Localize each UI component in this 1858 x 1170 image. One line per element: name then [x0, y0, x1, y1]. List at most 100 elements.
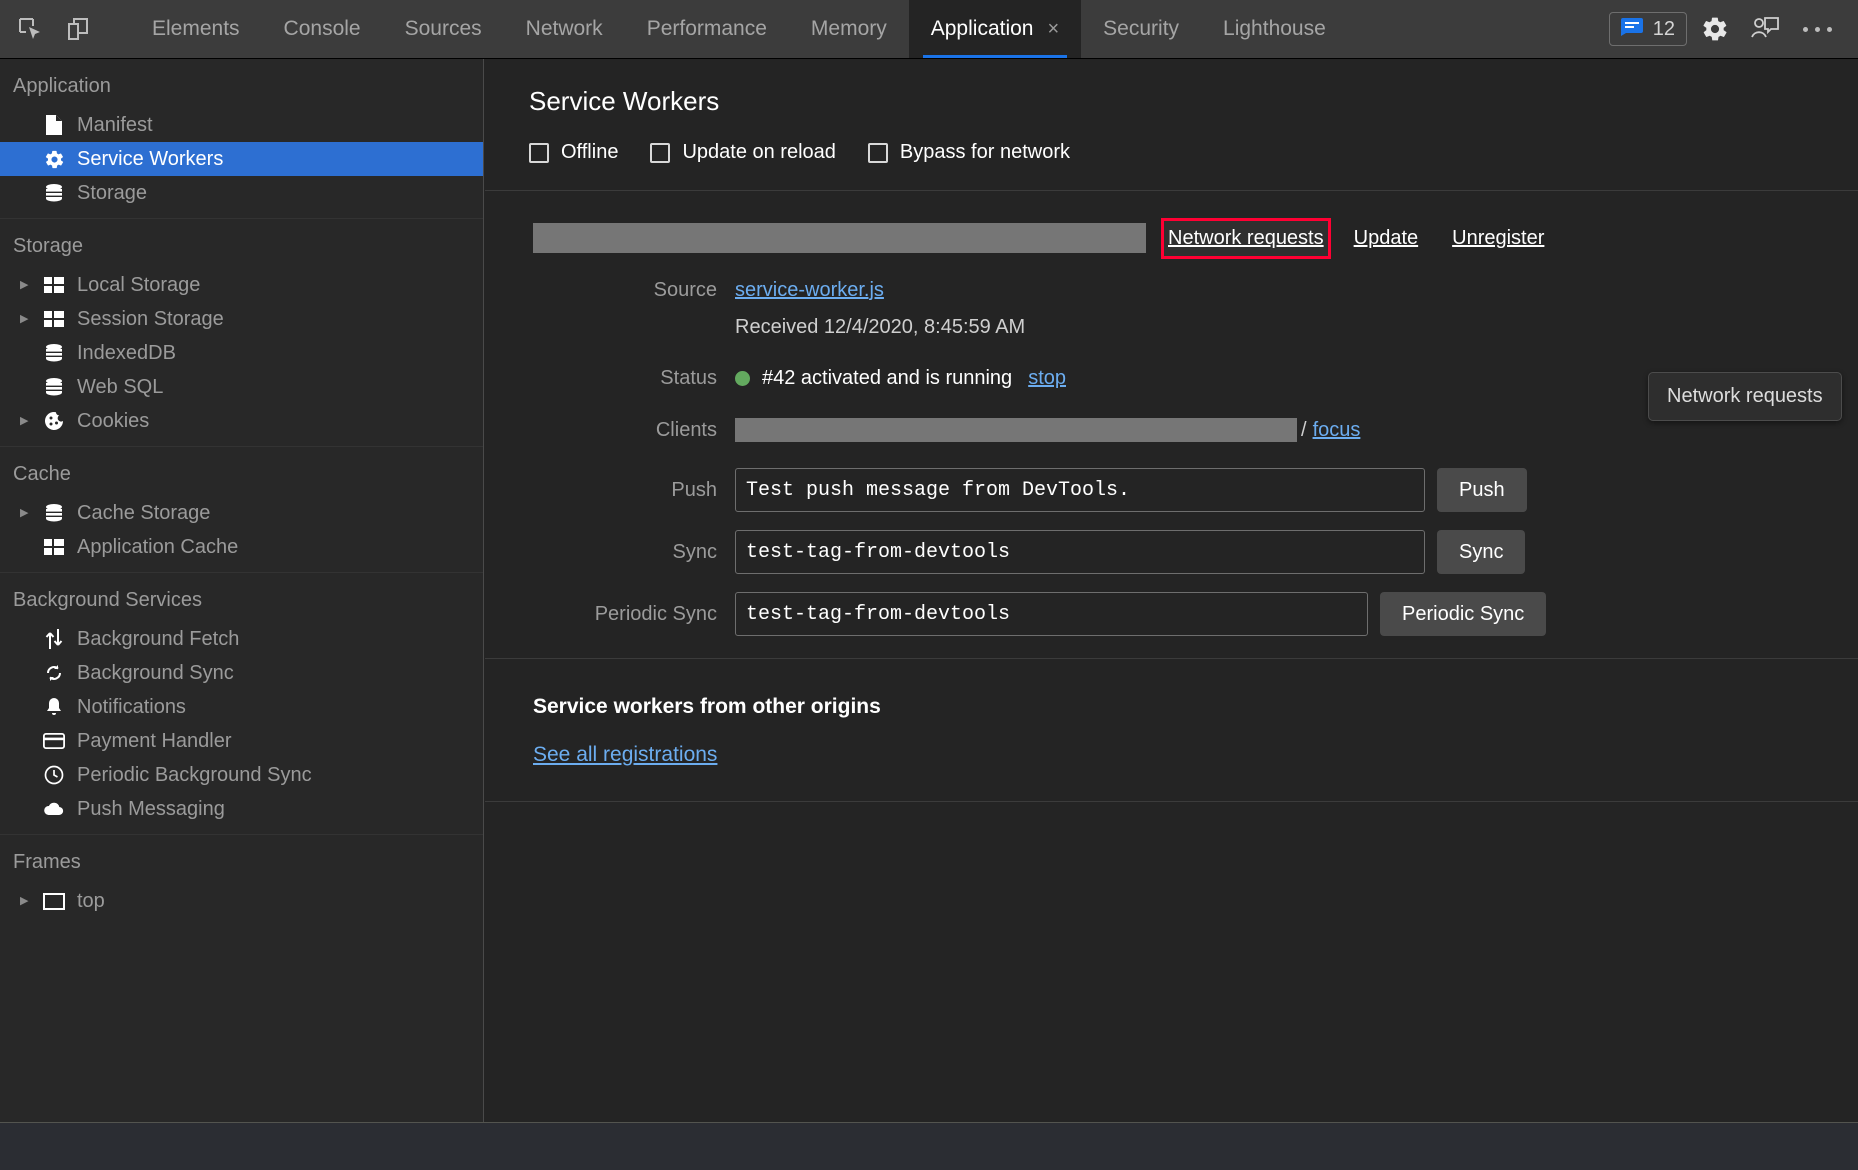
database-icon — [40, 183, 68, 203]
chevron-right-icon[interactable]: ▶ — [20, 507, 40, 519]
panel-tabs: Elements Console Sources Network Perform… — [130, 0, 1348, 58]
push-button[interactable]: Push — [1437, 468, 1527, 512]
sidebar-group-cache: Cache ▶ Cache Storage ▶ Appli — [0, 446, 483, 572]
sidebar-item-web-sql[interactable]: ▶ Web SQL — [0, 370, 483, 404]
sidebar-item-session-storage[interactable]: ▶ Session Storage — [0, 302, 483, 336]
periodic-sync-button[interactable]: Periodic Sync — [1380, 592, 1547, 636]
close-icon[interactable]: × — [1047, 19, 1059, 39]
periodic-sync-input[interactable] — [735, 592, 1368, 636]
sidebar-item-indexeddb[interactable]: ▶ IndexedDB — [0, 336, 483, 370]
sidebar-item-label: Background Sync — [77, 662, 234, 684]
update-on-reload-checkbox[interactable]: Update on reload — [650, 141, 836, 164]
clients-separator: / — [1301, 418, 1307, 441]
sidebar-item-cache-storage[interactable]: ▶ Cache Storage — [0, 496, 483, 530]
tab-label: Console — [283, 17, 361, 40]
bypass-for-network-label: Bypass for network — [899, 141, 1070, 163]
sidebar-item-storage[interactable]: ▶ Storage — [0, 176, 483, 210]
sidebar-item-periodic-background-sync[interactable]: ▶ Periodic Background Sync — [0, 758, 483, 792]
sidebar-item-label: Payment Handler — [77, 730, 232, 752]
periodic-sync-row: Periodic Sync Periodic Sync — [485, 592, 1858, 636]
sidebar-item-payment-handler[interactable]: ▶ Payment Handler — [0, 724, 483, 758]
feedback-person-icon[interactable] — [1743, 9, 1787, 49]
tab-elements[interactable]: Elements — [130, 0, 262, 58]
sidebar-item-service-workers[interactable]: ▶ Service Workers — [0, 142, 483, 176]
tab-label: Sources — [404, 17, 482, 40]
credit-card-icon — [40, 733, 68, 749]
device-toolbar-icon[interactable] — [54, 0, 102, 58]
tab-memory[interactable]: Memory — [789, 0, 909, 58]
cookie-icon — [40, 411, 68, 431]
sidebar-group-background-services: Background Services ▶ Background Fetch ▶ — [0, 572, 483, 834]
sidebar-item-background-sync[interactable]: ▶ Background Sync — [0, 656, 483, 690]
tab-sources[interactable]: Sources — [383, 0, 504, 58]
sidebar-item-local-storage[interactable]: ▶ Local Storage — [0, 268, 483, 302]
more-vertical-icon[interactable] — [1793, 26, 1842, 32]
tab-label: Performance — [646, 17, 767, 40]
push-input[interactable] — [735, 468, 1425, 512]
sidebar-group-frames: Frames ▶ top — [0, 834, 483, 926]
sync-button[interactable]: Sync — [1437, 530, 1526, 574]
sidebar-group-title: Background Services — [13, 589, 202, 611]
see-all-registrations-link[interactable]: See all registrations — [533, 743, 717, 767]
bypass-for-network-checkbox[interactable]: Bypass for network — [867, 141, 1070, 164]
checkbox-box — [867, 142, 888, 163]
sync-row: Sync Sync — [485, 530, 1858, 574]
network-requests-link[interactable]: Network requests — [1161, 217, 1331, 259]
push-row: Push Push — [485, 468, 1858, 512]
tab-console[interactable]: Console — [262, 0, 383, 58]
tab-network[interactable]: Network — [504, 0, 625, 58]
sidebar-item-label: Background Fetch — [77, 628, 240, 650]
other-origins-section: Service workers from other origins See a… — [485, 658, 1858, 801]
network-requests-tooltip: Network requests — [1648, 372, 1842, 421]
chevron-right-icon[interactable]: ▶ — [20, 279, 40, 291]
sidebar-item-manifest[interactable]: ▶ Manifest — [0, 108, 483, 142]
page-title: Service Workers — [529, 86, 720, 116]
updown-arrows-icon — [40, 628, 68, 650]
status-indicator-icon — [735, 371, 750, 386]
offline-label: Offline — [561, 141, 619, 163]
update-on-reload-label: Update on reload — [682, 141, 836, 163]
service-worker-source-link[interactable]: service-worker.js — [735, 279, 884, 302]
sidebar-item-label: Cache Storage — [77, 502, 211, 524]
offline-checkbox[interactable]: Offline — [529, 141, 618, 164]
issues-badge[interactable]: 12 — [1608, 12, 1687, 46]
unregister-link[interactable]: Unregister — [1448, 221, 1548, 256]
tab-label: Memory — [810, 17, 887, 40]
sidebar-item-application-cache[interactable]: ▶ Application Cache — [0, 530, 483, 564]
issues-message-icon — [1620, 17, 1643, 41]
sync-icon — [40, 663, 68, 683]
tab-lighthouse[interactable]: Lighthouse — [1201, 0, 1348, 58]
sidebar-item-label: Notifications — [77, 696, 186, 718]
focus-link[interactable]: focus — [1313, 419, 1361, 442]
sync-input[interactable] — [735, 530, 1425, 574]
tab-security[interactable]: Security — [1081, 0, 1201, 58]
sidebar-item-cookies[interactable]: ▶ Cookies — [0, 404, 483, 438]
status-label: Status — [660, 367, 717, 389]
devtools-toolbar: Elements Console Sources Network Perform… — [0, 0, 1858, 59]
push-label: Push — [671, 478, 717, 501]
chevron-right-icon[interactable]: ▶ — [20, 895, 40, 907]
sidebar-item-push-messaging[interactable]: ▶ Push Messaging — [0, 792, 483, 826]
update-link[interactable]: Update — [1350, 221, 1423, 256]
bell-icon — [40, 697, 68, 718]
sidebar-item-label: Application Cache — [77, 536, 239, 558]
cloud-icon — [40, 801, 68, 817]
inspect-element-icon[interactable] — [6, 0, 54, 58]
tab-performance[interactable]: Performance — [625, 0, 789, 58]
tab-application[interactable]: Application × — [908, 0, 1082, 58]
chevron-right-icon[interactable]: ▶ — [20, 313, 40, 325]
registration-action-row: Network requests Update Unregister — [485, 217, 1858, 259]
sidebar-item-label: Local Storage — [77, 274, 201, 296]
sidebar-item-notifications[interactable]: ▶ Notifications — [0, 690, 483, 724]
sidebar-item-label: Cookies — [77, 410, 150, 432]
chevron-right-icon[interactable]: ▶ — [20, 415, 40, 427]
frame-icon — [40, 892, 68, 910]
gear-icon[interactable] — [1693, 9, 1737, 49]
empty-bottom-area — [485, 801, 1858, 1071]
sidebar-item-background-fetch[interactable]: ▶ Background Fetch — [0, 622, 483, 656]
received-timestamp: Received 12/4/2020, 8:45:59 AM — [735, 316, 1026, 338]
stop-link[interactable]: stop — [1028, 367, 1066, 390]
sidebar-item-label: top — [77, 890, 105, 912]
tab-label: Elements — [152, 17, 240, 40]
sidebar-item-top[interactable]: ▶ top — [0, 884, 483, 918]
